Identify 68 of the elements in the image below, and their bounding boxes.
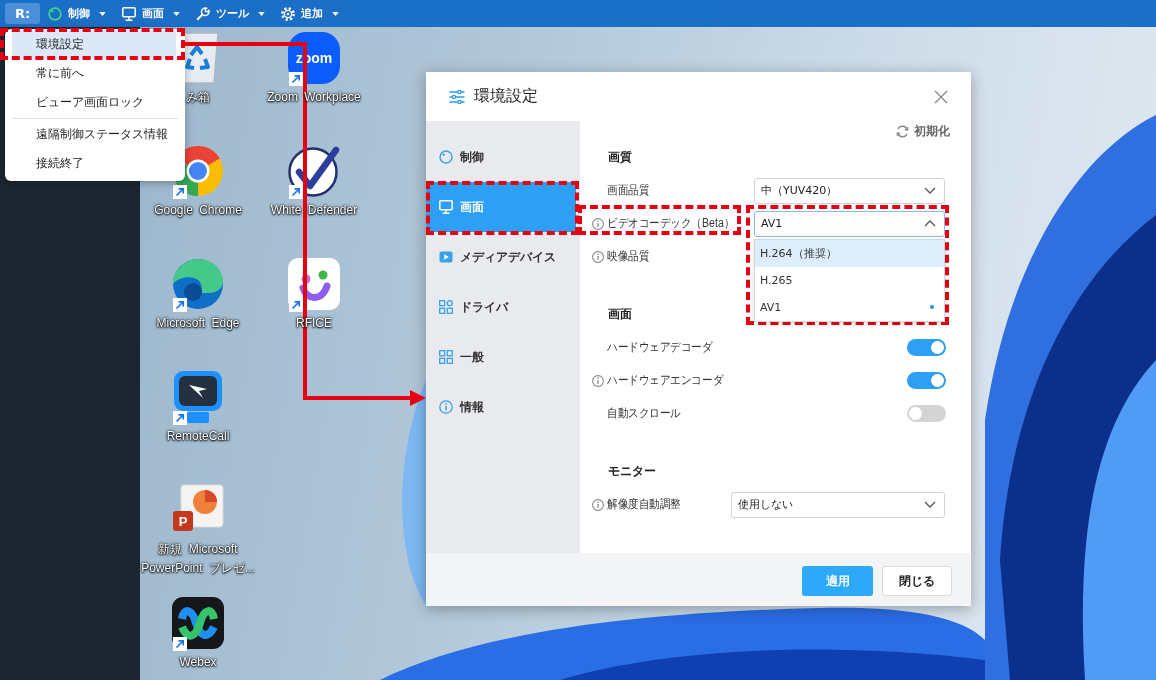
dismiss-button[interactable]: 閉じる <box>882 566 952 596</box>
caret-down-icon <box>99 11 106 16</box>
section-heading: モニター <box>608 463 656 480</box>
setting-label: 自動スクロール <box>607 405 681 422</box>
dialog-title: 環境設定 <box>474 86 538 107</box>
sliders-icon <box>449 89 465 104</box>
toggle-switch[interactable] <box>907 372 946 389</box>
sidebar-tab[interactable]: メディアデバイス <box>426 232 576 282</box>
letter-badge: P <box>173 511 193 531</box>
caret-down-icon <box>173 11 180 16</box>
setting-label: ハードウェアエンコーダ <box>607 372 724 389</box>
section-heading: 画質 <box>608 149 632 166</box>
toolbar-menu-button[interactable]: 追加 <box>281 3 339 24</box>
dropdown-option[interactable]: H.265 <box>755 266 944 294</box>
wrench-icon <box>196 6 210 21</box>
caret-down-icon <box>332 11 339 16</box>
caret-down-icon <box>258 11 265 16</box>
dropdown-field[interactable]: 中（YUV420） <box>754 177 945 204</box>
chevron-down-icon <box>924 187 936 194</box>
loops-tile-icon[interactable] <box>172 597 224 649</box>
dropdown-field[interactable]: 使用しない <box>731 491 945 518</box>
selected-dot-icon <box>930 305 934 309</box>
menu-item[interactable]: 接続終了 <box>12 149 176 178</box>
toggle-switch[interactable] <box>907 405 946 422</box>
toolbar-menu-button[interactable]: 画面 <box>122 3 180 24</box>
monitor-icon <box>122 6 136 21</box>
section-heading: 画面 <box>608 306 632 323</box>
monitor-icon <box>439 200 453 214</box>
setting-label: 解像度自動調整 <box>607 496 681 513</box>
refresh-icon <box>896 124 909 138</box>
grid-icon <box>439 350 453 364</box>
blocks-icon <box>439 300 453 314</box>
chevron-up-icon <box>924 220 936 227</box>
setting-label: 画面品質 <box>607 182 650 199</box>
sidebar-tab[interactable]: 情報 <box>426 382 576 432</box>
dropdown-field[interactable]: AV1 <box>754 210 945 237</box>
dropdown-option[interactable]: H.264（推奨） <box>755 239 944 267</box>
menu-item[interactable]: ビューア画面ロック <box>12 88 176 117</box>
desktop-icon-label: Google Chrome <box>154 202 242 219</box>
desktop-icon-label: 新規 Microsoft PowerPoint プレゼ... <box>140 541 256 577</box>
toggle-switch[interactable] <box>907 339 946 356</box>
toolbar-menu-button[interactable]: ツール <box>196 3 265 24</box>
desktop-icon-label: Microsoft Edge <box>156 315 240 332</box>
setting-label: ハードウェアデコーダ <box>607 339 713 356</box>
monitor-app-icon[interactable] <box>172 371 224 423</box>
desktop-icon-label: み箱 <box>186 89 210 106</box>
desktop-icon-label: RemoteCall <box>166 428 230 445</box>
sidebar-tab[interactable]: ドライバ <box>426 282 576 332</box>
ring-icon <box>439 150 453 164</box>
desktop-icon-label: White Defender <box>270 202 358 219</box>
dropdown-option[interactable]: AV1 <box>755 293 944 321</box>
setting-label: ビデオコーデック（Beta） <box>607 215 735 232</box>
toolbar-menu-button[interactable]: 制御 <box>48 3 106 24</box>
menu-item[interactable]: 遠隔制御ステータス情報 <box>12 120 176 149</box>
info-icon <box>439 400 453 414</box>
close-button[interactable] <box>934 89 948 104</box>
sidebar-tab[interactable]: 制御 <box>426 132 576 182</box>
menu-item[interactable]: 常に前へ <box>12 59 176 88</box>
desktop-icon-label: Webex <box>179 654 217 671</box>
setting-label: 映像品質 <box>607 248 650 265</box>
chevron-down-icon <box>924 501 936 508</box>
swirl-icon[interactable] <box>172 258 224 310</box>
reset-button[interactable]: 初期化 <box>896 121 950 141</box>
close-icon <box>934 89 948 104</box>
video-icon <box>439 250 453 264</box>
ring-icon <box>48 6 62 21</box>
gear-icon <box>281 6 295 21</box>
sidebar-tab[interactable]: 一般 <box>426 332 576 382</box>
